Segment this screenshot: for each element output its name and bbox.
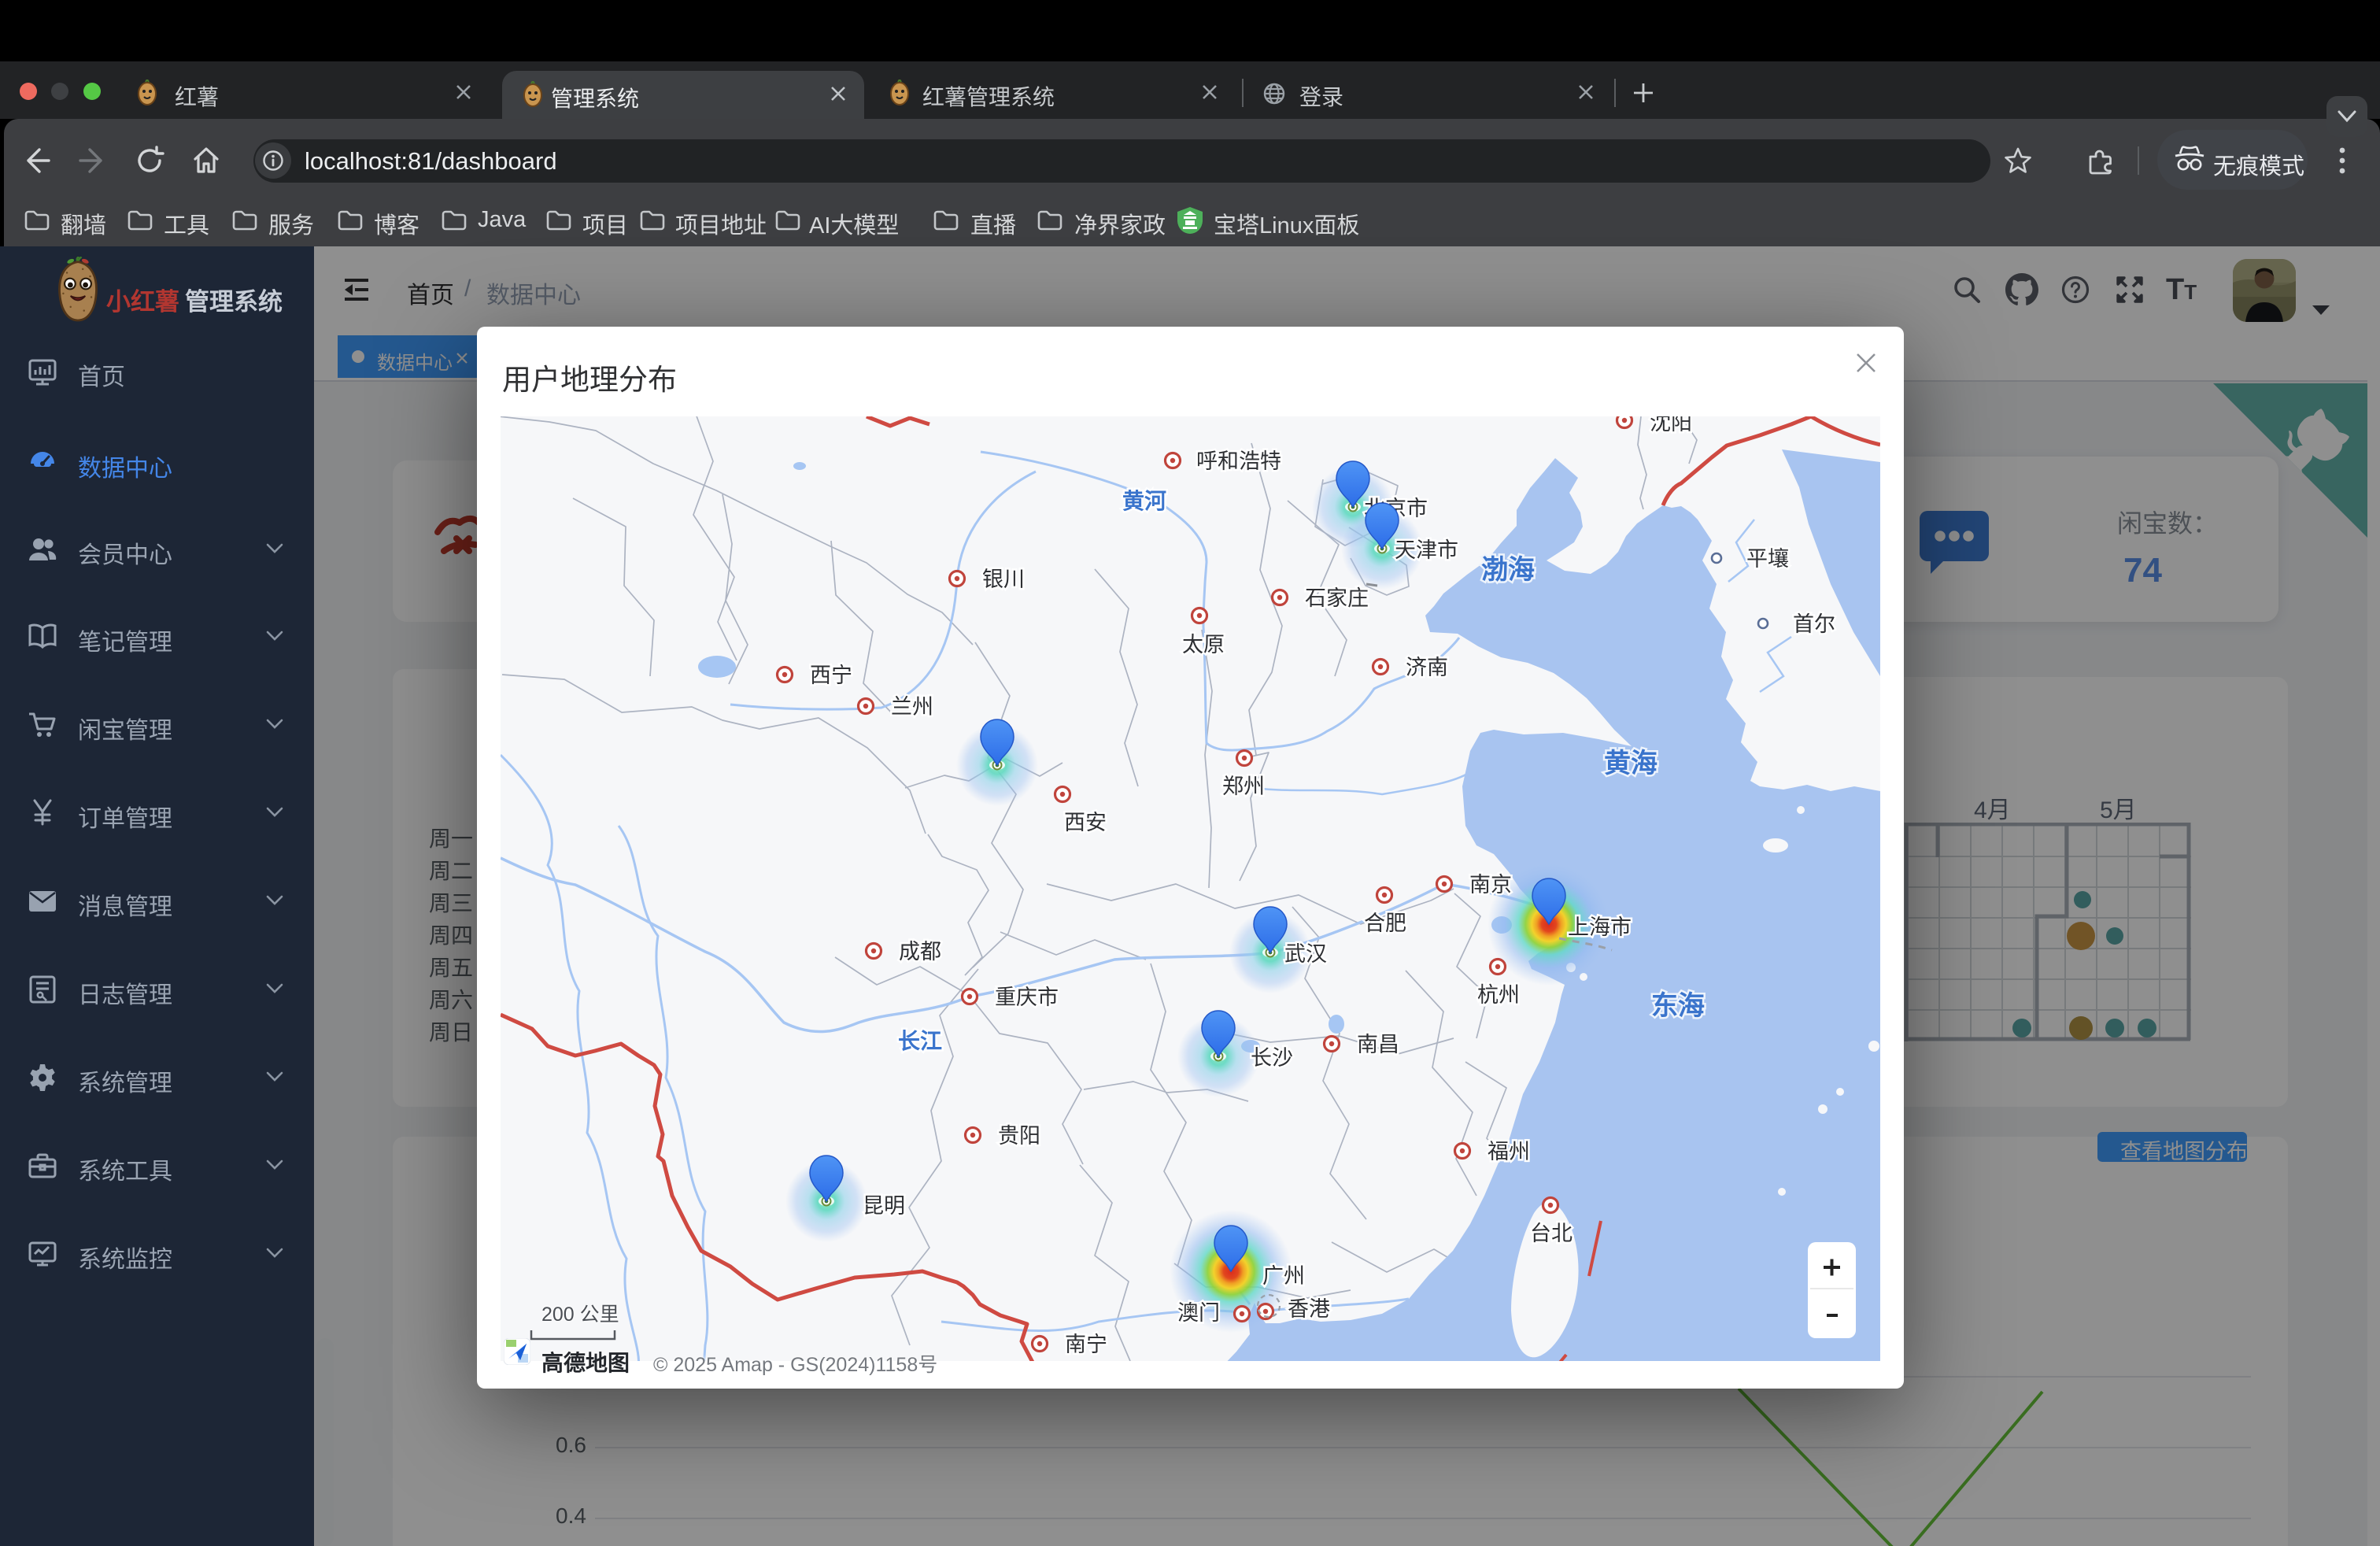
svg-text:石家庄: 石家庄 — [1305, 586, 1369, 610]
svg-text:沈阳: 沈阳 — [1650, 416, 1692, 435]
svg-text:西安: 西安 — [1064, 811, 1107, 834]
svg-text:合肥: 合肥 — [1364, 912, 1406, 935]
svg-text:香港: 香港 — [1288, 1297, 1330, 1321]
svg-text:渤海: 渤海 — [1481, 555, 1535, 585]
svg-text:澳门: 澳门 — [1177, 1301, 1220, 1325]
svg-text:黄河: 黄河 — [1122, 489, 1166, 513]
svg-text:长江: 长江 — [898, 1029, 942, 1053]
svg-text:首尔: 首尔 — [1793, 612, 1835, 636]
svg-text:东海: 东海 — [1651, 990, 1705, 1021]
svg-text:兰州: 兰州 — [891, 695, 933, 719]
svg-text:南宁: 南宁 — [1065, 1333, 1107, 1356]
svg-text:广州: 广州 — [1262, 1264, 1305, 1288]
svg-text:济南: 济南 — [1406, 656, 1448, 679]
svg-text:西宁: 西宁 — [810, 664, 852, 687]
svg-text:天津市: 天津市 — [1395, 538, 1458, 562]
svg-text:南京: 南京 — [1469, 873, 1512, 897]
svg-text:太原: 太原 — [1182, 633, 1225, 656]
svg-text:成都: 成都 — [899, 940, 941, 963]
svg-text:南昌: 南昌 — [1357, 1033, 1399, 1056]
svg-text:平壤: 平壤 — [1746, 547, 1789, 571]
svg-text:杭州: 杭州 — [1477, 983, 1520, 1007]
svg-text:上海市: 上海市 — [1568, 915, 1632, 939]
svg-text:福州: 福州 — [1488, 1140, 1530, 1163]
svg-text:呼和浩特: 呼和浩特 — [1196, 449, 1281, 473]
svg-text:重庆市: 重庆市 — [995, 986, 1059, 1009]
svg-text:武汉: 武汉 — [1284, 942, 1327, 966]
svg-text:昆明: 昆明 — [863, 1194, 905, 1218]
svg-text:长沙: 长沙 — [1251, 1046, 1293, 1070]
svg-text:台北: 台北 — [1530, 1222, 1572, 1245]
svg-text:银川: 银川 — [982, 568, 1025, 591]
svg-text:黄海: 黄海 — [1604, 749, 1658, 779]
svg-text:贵阳: 贵阳 — [998, 1124, 1040, 1148]
svg-text:郑州: 郑州 — [1222, 775, 1265, 798]
